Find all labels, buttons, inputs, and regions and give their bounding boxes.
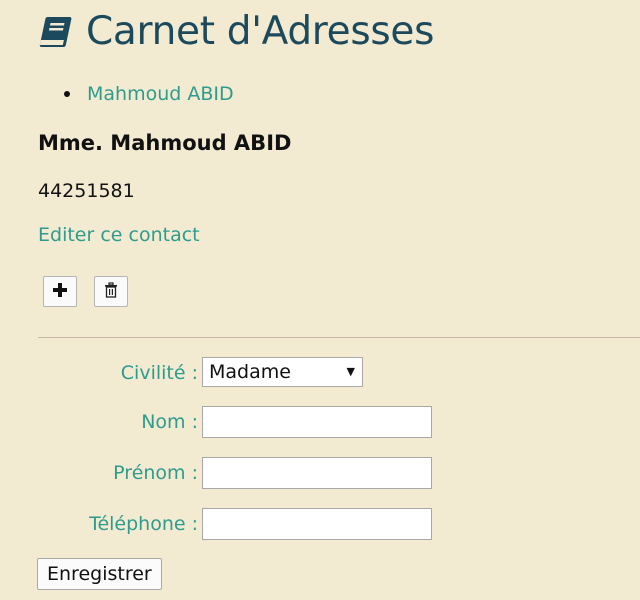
- list-item: Mahmoud ABID: [64, 80, 234, 108]
- contact-name: Mme. Mahmoud ABID: [38, 131, 292, 155]
- nom-label: Nom :: [141, 411, 198, 433]
- edit-contact-link[interactable]: Editer ce contact: [38, 221, 200, 249]
- divider: [38, 337, 640, 338]
- page-header: Carnet d'Adresses: [38, 8, 434, 56]
- page-title: Carnet d'Adresses: [86, 9, 435, 54]
- contact-phone: 44251581: [38, 180, 135, 202]
- civilite-selected-value: Madame: [209, 361, 291, 383]
- contact-list: Mahmoud ABID: [64, 80, 234, 108]
- prenom-row: Prénom :: [0, 457, 640, 489]
- nom-row: Nom :: [0, 406, 640, 438]
- prenom-input[interactable]: [202, 457, 432, 489]
- save-button[interactable]: Enregistrer: [37, 558, 162, 590]
- telephone-row: Téléphone :: [0, 508, 640, 540]
- delete-contact-button[interactable]: [94, 276, 128, 307]
- telephone-input[interactable]: [202, 508, 432, 540]
- chevron-down-icon: ▼: [346, 365, 355, 378]
- civilite-label: Civilité :: [120, 362, 198, 384]
- prenom-label: Prénom :: [113, 462, 198, 484]
- add-contact-button[interactable]: [43, 276, 77, 307]
- bullet-icon: [64, 91, 70, 97]
- trash-icon: [104, 282, 118, 301]
- civilite-row: Civilité : Madame ▼: [0, 357, 640, 389]
- nom-input[interactable]: [202, 406, 432, 438]
- plus-icon: [52, 282, 68, 301]
- book-icon: [38, 16, 74, 48]
- telephone-label: Téléphone :: [89, 513, 198, 535]
- contact-link[interactable]: Mahmoud ABID: [87, 83, 234, 105]
- civilite-select[interactable]: Madame ▼: [202, 357, 363, 387]
